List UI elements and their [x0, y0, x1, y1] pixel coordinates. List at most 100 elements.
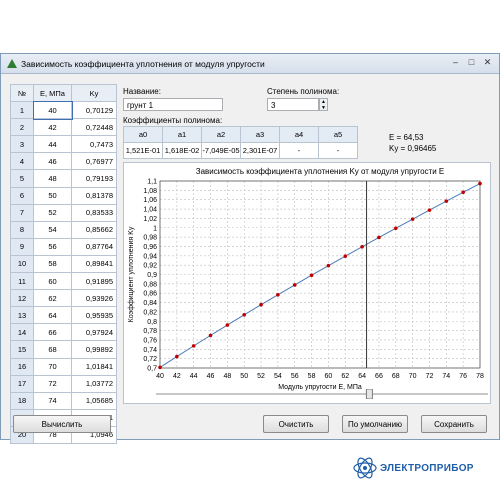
- col-header-e: E, МПа: [33, 83, 72, 103]
- table-row[interactable]: 6 50 0,81378: [10, 186, 117, 205]
- coef-value-a4[interactable]: -: [279, 142, 319, 159]
- cell-ky[interactable]: 0,99892: [71, 340, 117, 359]
- data-point: [158, 365, 162, 370]
- table-row[interactable]: 14 66 0,97924: [10, 323, 117, 342]
- table-row[interactable]: 2 42 0,72448: [10, 118, 117, 137]
- cell-ky[interactable]: 0,89841: [71, 254, 117, 274]
- cell-ky[interactable]: 1,03772: [71, 374, 117, 393]
- table-row[interactable]: 8 54 0,85662: [10, 220, 117, 239]
- cell-e[interactable]: 62: [33, 289, 72, 308]
- x-tick-label: 78: [476, 373, 484, 380]
- data-point: [191, 344, 196, 348]
- cell-ky[interactable]: 0,7473: [71, 135, 117, 154]
- coef-value-a1[interactable]: 1,618E-02: [162, 142, 202, 159]
- cell-e[interactable]: 66: [33, 323, 72, 342]
- cell-ky[interactable]: 0,79193: [71, 169, 117, 188]
- save-button[interactable]: Сохранить: [421, 415, 487, 433]
- table-row[interactable]: 11 60 0,91895: [10, 272, 117, 291]
- cell-e[interactable]: 42: [33, 118, 72, 137]
- coef-header-a2: a2: [201, 126, 241, 143]
- cell-e[interactable]: 70: [33, 357, 72, 376]
- cell-ky[interactable]: 0,87764: [71, 237, 117, 256]
- cell-e[interactable]: 44: [33, 135, 72, 154]
- table-row[interactable]: 5 48 0,79193: [10, 169, 117, 188]
- y-tick-label: 0,88: [143, 281, 157, 288]
- coef-value-a5[interactable]: -: [318, 142, 358, 159]
- degree-input[interactable]: 3: [267, 98, 319, 111]
- clear-button[interactable]: Очистить: [263, 415, 329, 433]
- cell-ky[interactable]: 0,95935: [71, 306, 117, 325]
- cell-ky[interactable]: 0,83533: [71, 203, 117, 222]
- table-row[interactable]: 13 64 0,95935: [10, 306, 117, 325]
- cell-e[interactable]: 64: [33, 306, 72, 325]
- cell-ky[interactable]: 0,70129: [71, 101, 117, 120]
- row-number: 16: [10, 357, 34, 376]
- table-row[interactable]: 9 56 0,87764: [10, 237, 117, 256]
- data-point: [461, 190, 465, 195]
- name-input[interactable]: грунт 1: [123, 98, 223, 111]
- y-tick-label: 0,84: [143, 300, 157, 307]
- calculate-button[interactable]: Вычислить: [13, 415, 111, 433]
- cell-ky[interactable]: 1,01841: [71, 357, 117, 376]
- table-row[interactable]: 3 44 0,7473: [10, 135, 117, 154]
- data-point: [326, 263, 331, 268]
- default-button[interactable]: По умолчанию: [342, 415, 408, 433]
- degree-label: Степень полинома:: [267, 87, 340, 96]
- e-slider[interactable]: [156, 389, 488, 399]
- slider-thumb[interactable]: [365, 389, 373, 399]
- table-row[interactable]: 7 52 0,83533: [10, 203, 117, 222]
- cell-e[interactable]: 46: [33, 152, 72, 171]
- table-row[interactable]: 16 70 1,01841: [10, 357, 117, 376]
- cell-e[interactable]: 74: [33, 391, 72, 410]
- coef-header-a5: a5: [318, 126, 358, 143]
- cell-e[interactable]: 50: [33, 186, 72, 205]
- y-tick-label: 0,72: [143, 356, 157, 363]
- cell-ky[interactable]: 0,91895: [71, 272, 117, 291]
- cell-e[interactable]: 54: [33, 220, 72, 239]
- y-tick-label: 0,82: [143, 309, 157, 316]
- cell-e[interactable]: 72: [33, 374, 72, 393]
- cell-ky[interactable]: 0,85662: [71, 220, 117, 239]
- cell-ky[interactable]: 0,72448: [71, 118, 117, 137]
- table-row[interactable]: 4 46 0,76977: [10, 152, 117, 171]
- row-number: 3: [10, 135, 34, 154]
- cell-e[interactable]: 40: [32, 100, 73, 120]
- data-point: [444, 199, 449, 203]
- table-row[interactable]: 12 62 0,93926: [10, 289, 117, 308]
- minimize-icon[interactable]: –: [449, 57, 462, 68]
- cell-e[interactable]: 58: [33, 254, 72, 274]
- row-number: 8: [10, 220, 34, 239]
- table-row[interactable]: 18 74 1,05685: [10, 391, 117, 410]
- cell-ky[interactable]: 1,05685: [71, 391, 117, 410]
- chart-panel: 40 42 44 46 48 50 52 54 56 58 60 62 64 66 68 70 72 74 76 78…: [123, 162, 491, 404]
- coef-table: a0 a1 a2 a3 a4 a5 1,521E-01 1,618E-02 -7,049E-0…: [123, 126, 358, 159]
- cell-e[interactable]: 60: [33, 272, 72, 291]
- data-point: [343, 254, 348, 258]
- cell-ky[interactable]: 0,76977: [71, 152, 117, 171]
- cell-e[interactable]: 52: [33, 203, 72, 222]
- table-row[interactable]: 10 58 0,89841: [10, 254, 117, 274]
- cell-ky[interactable]: 0,81378: [71, 186, 117, 205]
- maximize-icon[interactable]: □: [465, 57, 478, 68]
- window-title: Зависимость коэффициента уплотнения от м…: [21, 59, 265, 69]
- cell-e[interactable]: 68: [33, 340, 72, 359]
- cell-ky[interactable]: 0,93926: [71, 289, 117, 308]
- table-row[interactable]: 1 40 0,70129: [10, 100, 117, 120]
- data-point: [377, 235, 381, 240]
- coef-value-a2[interactable]: -7,049E-05: [201, 142, 241, 159]
- cell-ky[interactable]: 0,97924: [71, 323, 117, 342]
- table-row[interactable]: 15 68 0,99892: [10, 340, 117, 359]
- coef-value-a3[interactable]: 2,301E-07: [240, 142, 280, 159]
- x-tick-label: 68: [392, 373, 400, 380]
- cell-e[interactable]: 48: [33, 169, 72, 188]
- x-tick-label: 58: [308, 373, 316, 380]
- cell-e[interactable]: 56: [33, 237, 72, 256]
- table-row[interactable]: 17 72 1,03772: [10, 374, 117, 393]
- close-icon[interactable]: ✕: [481, 57, 494, 68]
- coef-value-a0[interactable]: 1,521E-01: [123, 142, 163, 159]
- degree-stepper[interactable]: ▲ ▼: [319, 98, 328, 111]
- coef-header-a1: a1: [162, 126, 202, 143]
- chevron-down-icon[interactable]: ▼: [320, 105, 327, 111]
- col-header-number: №: [10, 83, 34, 103]
- y-tick-label: 0,98: [143, 235, 157, 242]
